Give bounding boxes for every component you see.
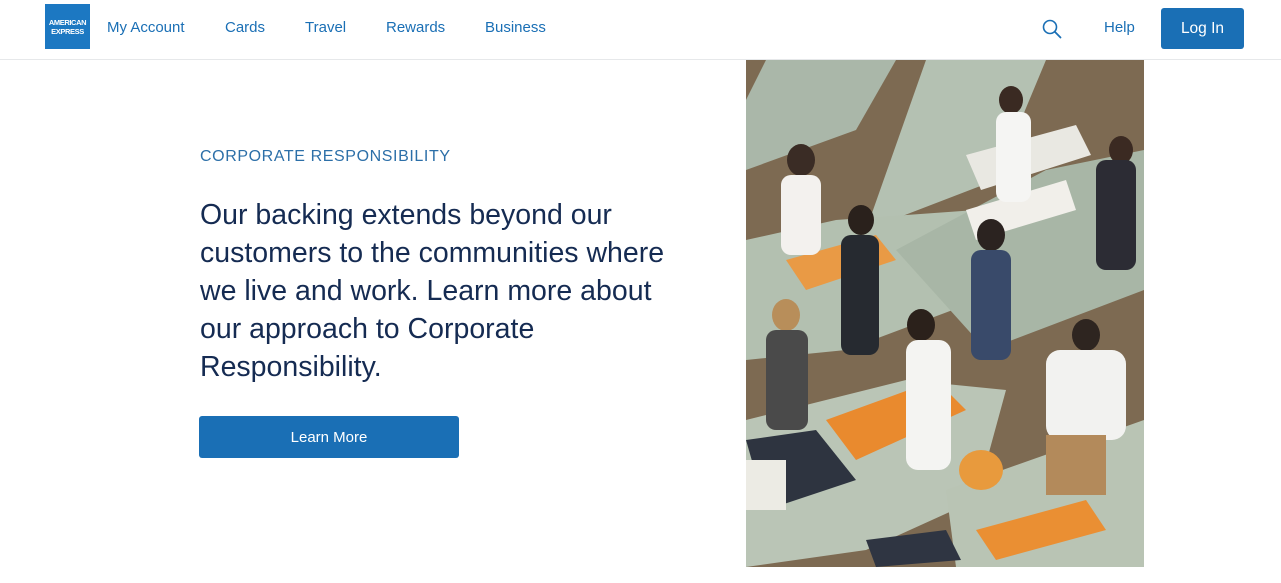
nav-travel[interactable]: Travel: [305, 18, 346, 38]
nav-cards[interactable]: Cards: [225, 18, 265, 38]
nav-business[interactable]: Business: [485, 18, 546, 38]
section-eyebrow: CORPORATE RESPONSIBILITY: [200, 148, 451, 165]
help-link[interactable]: Help: [1104, 18, 1135, 38]
nav-rewards[interactable]: Rewards: [386, 18, 445, 38]
logo-line-american: AMERICAN: [48, 17, 87, 27]
site-header: AMERICAN EXPRESS My Account Cards Travel…: [0, 0, 1281, 60]
learn-more-button[interactable]: Learn More: [199, 416, 459, 458]
search-button[interactable]: [1041, 18, 1063, 40]
nav-my-account[interactable]: My Account: [107, 18, 185, 38]
amex-logo[interactable]: AMERICAN EXPRESS: [45, 4, 90, 49]
search-icon: [1042, 19, 1062, 39]
login-button[interactable]: Log In: [1161, 8, 1244, 49]
logo-line-express: EXPRESS: [51, 26, 84, 36]
volunteers-photo: [746, 60, 1144, 567]
hero-headline: Our backing extends beyond our customers…: [200, 199, 665, 383]
